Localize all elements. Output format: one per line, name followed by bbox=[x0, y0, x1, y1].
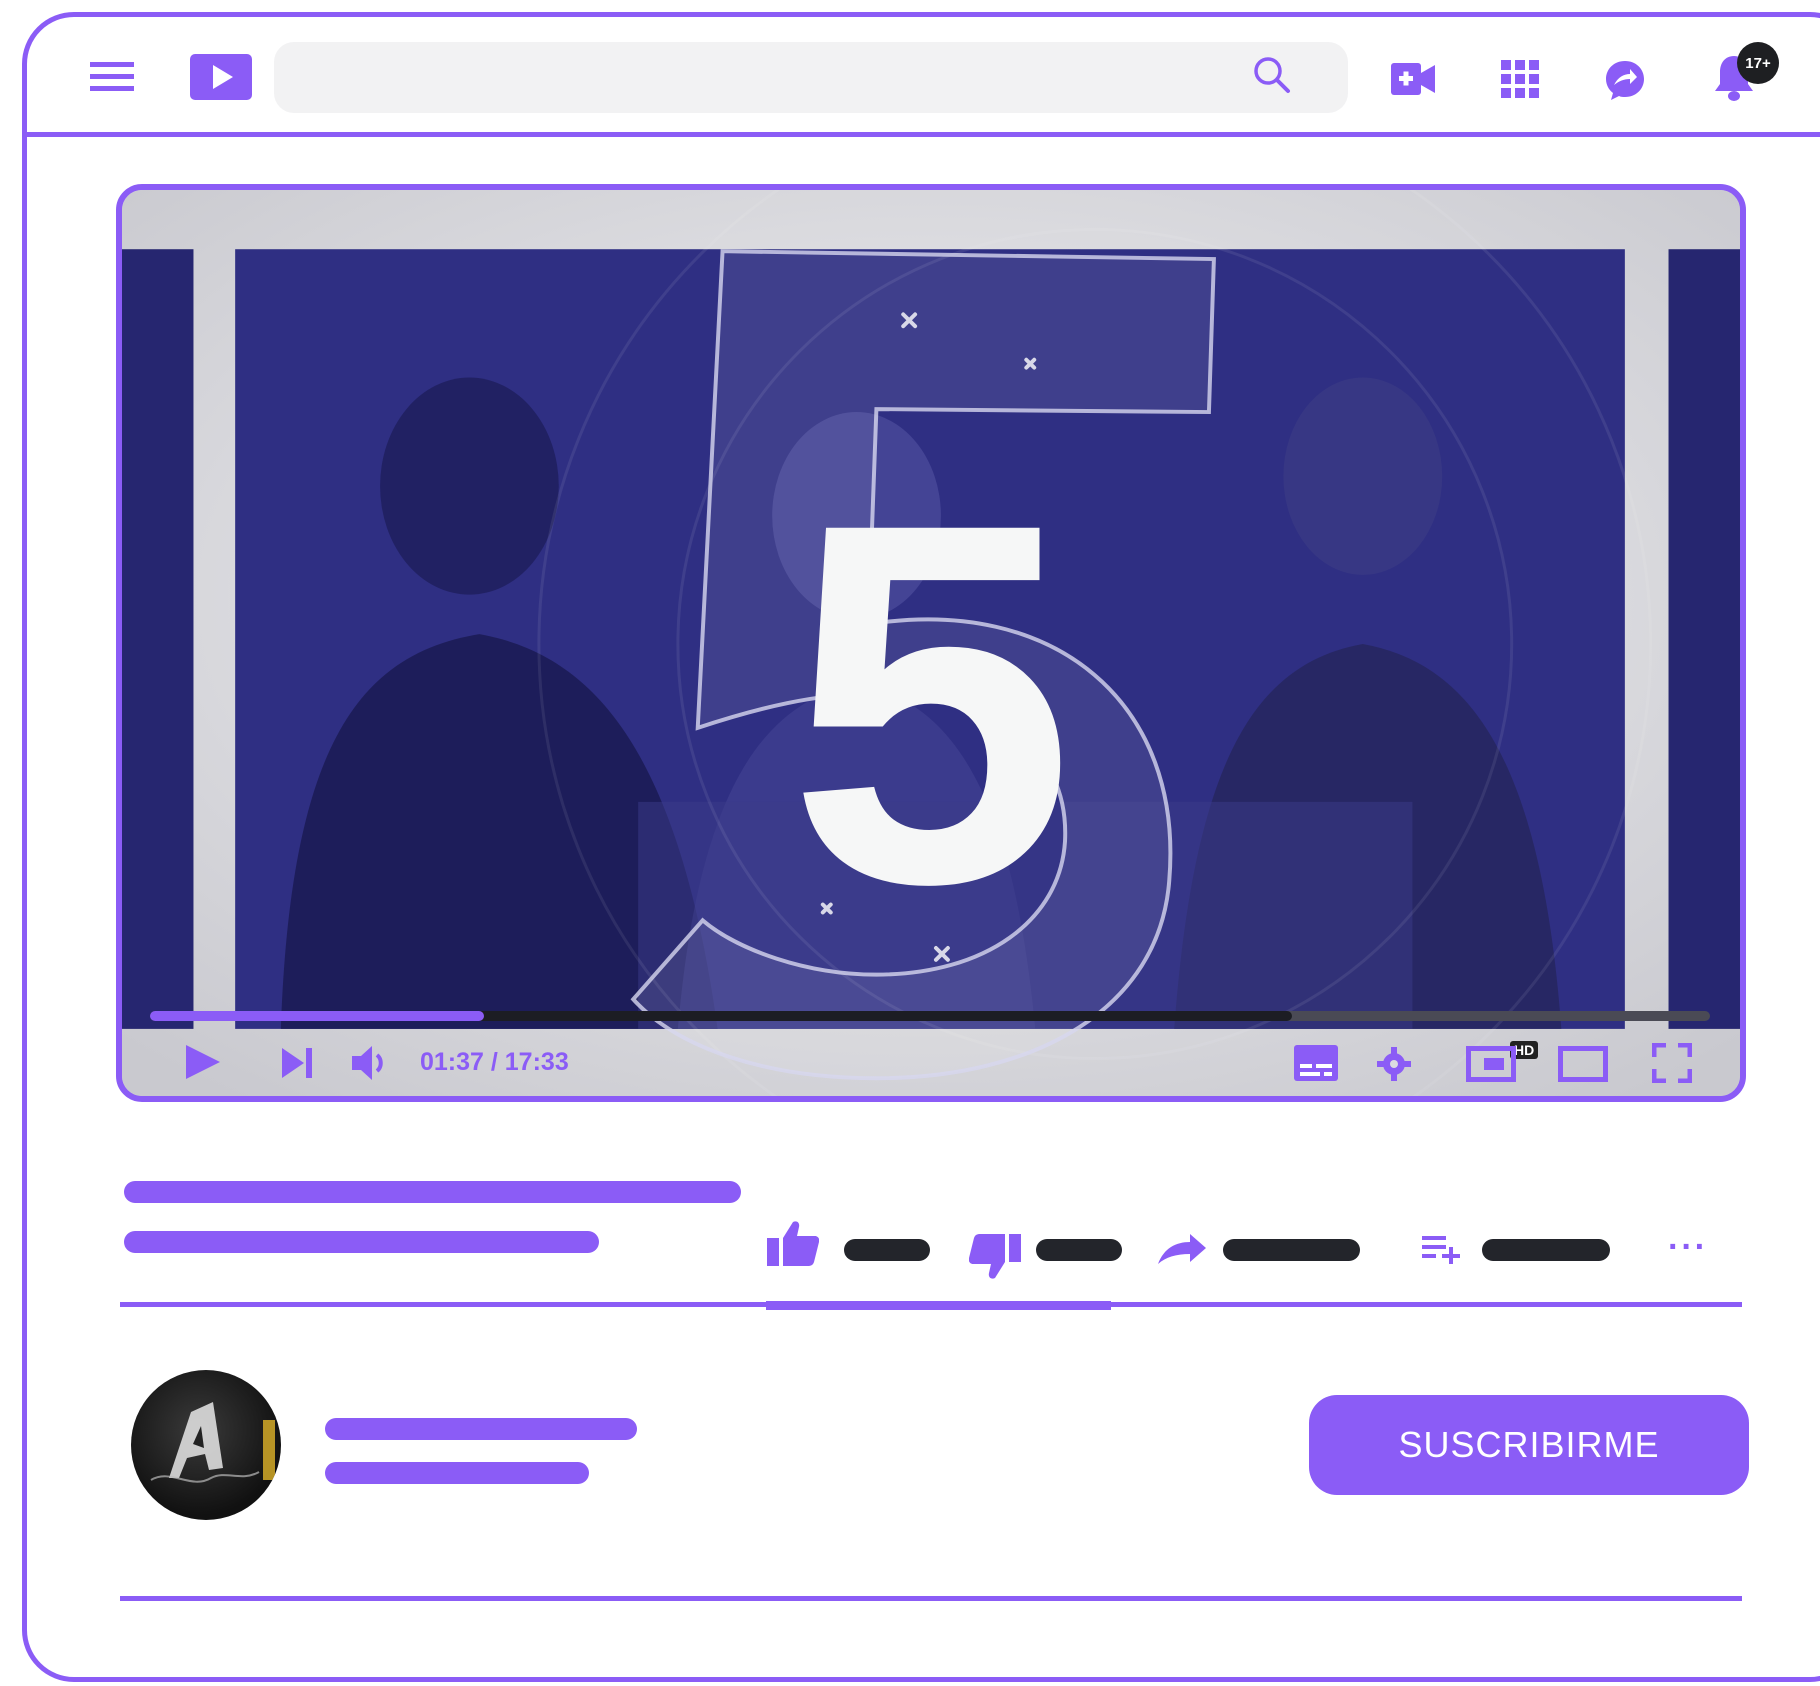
create-video-icon[interactable] bbox=[1391, 63, 1435, 95]
like-count-placeholder bbox=[844, 1239, 930, 1261]
fullscreen-icon[interactable] bbox=[1652, 1043, 1692, 1083]
search-icon[interactable] bbox=[1253, 56, 1293, 96]
like-ratio-bar bbox=[766, 1301, 1111, 1310]
apps-grid-icon[interactable] bbox=[1501, 60, 1539, 98]
messages-icon[interactable] bbox=[1604, 59, 1646, 101]
channel-name-placeholder bbox=[325, 1418, 637, 1440]
subtitles-icon[interactable] bbox=[1294, 1045, 1338, 1081]
video-meta-placeholder bbox=[124, 1231, 599, 1253]
theater-mode-icon[interactable] bbox=[1558, 1046, 1608, 1082]
share-icon[interactable] bbox=[1156, 1232, 1208, 1266]
volume-icon[interactable] bbox=[350, 1044, 392, 1082]
next-icon[interactable] bbox=[280, 1046, 314, 1080]
share-label-placeholder bbox=[1223, 1239, 1360, 1261]
top-bar: 17+ bbox=[0, 0, 1820, 140]
menu-icon[interactable] bbox=[90, 62, 134, 92]
played-bar bbox=[150, 1011, 484, 1021]
notification-count-badge: 17+ bbox=[1737, 42, 1779, 84]
dislike-icon[interactable] bbox=[969, 1234, 1021, 1280]
subscriber-count-placeholder bbox=[325, 1462, 589, 1484]
save-label-placeholder bbox=[1482, 1239, 1610, 1261]
settings-icon[interactable] bbox=[1376, 1046, 1412, 1082]
dislike-count-placeholder bbox=[1036, 1239, 1122, 1261]
video-player[interactable]: 5 01:37 / 17:33 HD bbox=[116, 184, 1746, 1102]
channel-divider bbox=[120, 1596, 1742, 1601]
subscribe-button[interactable]: SUSCRIBIRME bbox=[1309, 1395, 1749, 1495]
video-title-placeholder bbox=[124, 1181, 741, 1203]
channel-logo-icon bbox=[150, 1402, 275, 1483]
header-divider bbox=[22, 132, 1820, 137]
more-options-icon[interactable]: ··· bbox=[1668, 1228, 1708, 1267]
logo-play-icon[interactable] bbox=[190, 54, 252, 100]
save-to-playlist-icon[interactable] bbox=[1422, 1234, 1464, 1264]
progress-bar[interactable] bbox=[150, 1011, 1710, 1021]
like-icon[interactable] bbox=[767, 1220, 819, 1266]
search-input[interactable] bbox=[274, 42, 1348, 113]
channel-avatar[interactable] bbox=[131, 1370, 281, 1520]
miniplayer-icon[interactable] bbox=[1466, 1046, 1516, 1082]
play-icon[interactable] bbox=[182, 1042, 222, 1082]
video-thumbnail: 5 bbox=[122, 190, 1740, 1096]
timecode: 01:37 / 17:33 bbox=[420, 1048, 569, 1076]
